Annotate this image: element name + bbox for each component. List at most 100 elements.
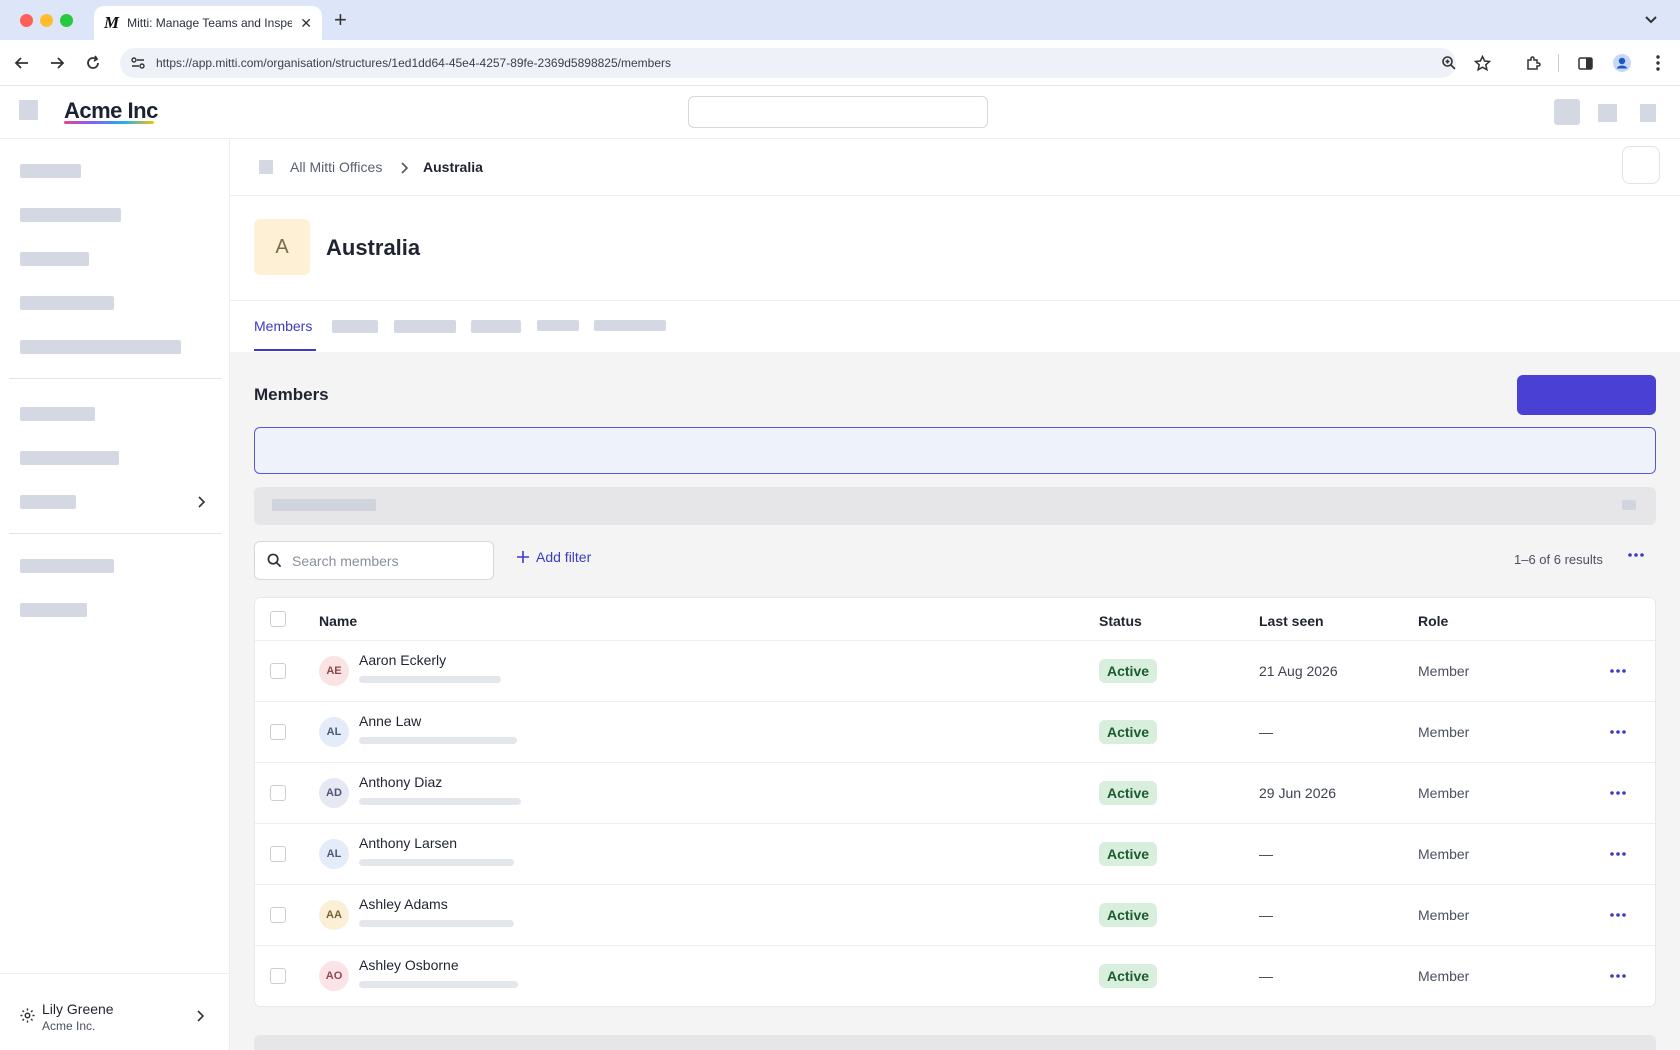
sidebar-item[interactable] bbox=[20, 559, 114, 573]
profile-button[interactable] bbox=[1609, 50, 1635, 76]
last-seen-value: 21 Aug 2026 bbox=[1259, 662, 1338, 679]
member-name[interactable]: Anthony Diaz bbox=[359, 774, 442, 790]
user-settings-button[interactable] bbox=[19, 1007, 36, 1029]
column-header-last-seen[interactable]: Last seen bbox=[1259, 613, 1324, 629]
sidepanel-icon bbox=[1577, 56, 1593, 70]
row-checkbox[interactable] bbox=[270, 906, 286, 923]
tab-placeholder[interactable] bbox=[394, 320, 456, 333]
chevron-right-icon bbox=[197, 1010, 205, 1022]
column-header-status[interactable]: Status bbox=[1099, 613, 1142, 629]
sidebar-divider bbox=[9, 533, 221, 534]
browser-menu-button[interactable] bbox=[1645, 50, 1671, 76]
search-members-input[interactable] bbox=[292, 552, 472, 569]
tab-placeholder[interactable] bbox=[537, 320, 579, 331]
status-badge: Active bbox=[1099, 719, 1158, 744]
add-filter-label: Add filter bbox=[536, 549, 592, 565]
banner-dismiss-button[interactable] bbox=[1622, 500, 1636, 510]
brand-underline bbox=[64, 121, 154, 124]
user-menu-expand[interactable] bbox=[193, 1008, 207, 1029]
member-avatar: AD bbox=[319, 777, 349, 808]
gear-icon bbox=[20, 1008, 35, 1023]
role-value: Member bbox=[1418, 723, 1470, 740]
tab-placeholder[interactable] bbox=[594, 320, 666, 331]
tab-placeholder[interactable] bbox=[471, 320, 521, 333]
bookmark-button[interactable] bbox=[1469, 50, 1495, 76]
profile-icon bbox=[1613, 54, 1631, 72]
more-horizontal-icon bbox=[1610, 729, 1626, 734]
column-header-name[interactable]: Name bbox=[319, 613, 357, 629]
column-header-role[interactable]: Role bbox=[1418, 613, 1448, 629]
browser-tab[interactable]: M Mitti: Manage Teams and Inspect... ✕ bbox=[94, 6, 322, 40]
sidebar-item[interactable] bbox=[20, 603, 87, 617]
row-actions-button[interactable] bbox=[1608, 722, 1628, 742]
new-tab-button[interactable]: + bbox=[334, 8, 347, 32]
status-badge: Active bbox=[1099, 658, 1158, 683]
row-actions-button[interactable] bbox=[1608, 905, 1628, 925]
results-count: 1–6 of 6 results bbox=[1514, 552, 1603, 567]
maximize-window-button[interactable] bbox=[60, 14, 73, 27]
zoom-button[interactable] bbox=[1436, 50, 1462, 76]
minimize-window-button[interactable] bbox=[40, 14, 53, 27]
sidebar-item[interactable] bbox=[20, 296, 114, 310]
sidebar-item[interactable] bbox=[20, 208, 121, 222]
member-email-redacted bbox=[359, 797, 521, 805]
profile-menu-button[interactable] bbox=[1640, 104, 1656, 122]
role-value: Member bbox=[1418, 906, 1470, 923]
header-action-button[interactable] bbox=[1554, 99, 1580, 125]
sidebar-item[interactable] bbox=[20, 340, 181, 354]
member-email-redacted bbox=[359, 980, 518, 988]
row-actions-button[interactable] bbox=[1608, 844, 1628, 864]
sidebar-expand-button[interactable] bbox=[194, 494, 208, 515]
add-members-button[interactable] bbox=[1517, 375, 1656, 415]
tab-close-icon[interactable]: ✕ bbox=[300, 15, 312, 32]
last-seen-value: — bbox=[1259, 967, 1273, 984]
member-avatar: AE bbox=[319, 655, 349, 686]
side-panel-button[interactable] bbox=[1572, 50, 1598, 76]
last-seen-value: 29 Jun 2026 bbox=[1259, 784, 1337, 801]
tab-members[interactable]: Members bbox=[254, 318, 312, 334]
row-checkbox[interactable] bbox=[270, 845, 286, 862]
member-name[interactable]: Ashley Adams bbox=[359, 896, 448, 912]
member-avatar: AL bbox=[319, 838, 349, 869]
select-all-checkbox[interactable] bbox=[270, 611, 286, 627]
row-actions-button[interactable] bbox=[1608, 783, 1628, 803]
breadcrumb-parent-link[interactable]: All Mitti Offices bbox=[290, 159, 382, 175]
close-window-button[interactable] bbox=[20, 14, 33, 27]
member-name[interactable]: Aaron Eckerly bbox=[359, 652, 446, 668]
row-actions-button[interactable] bbox=[1608, 661, 1628, 681]
row-checkbox[interactable] bbox=[270, 784, 286, 801]
group-avatar: A bbox=[254, 219, 310, 275]
add-filter-button[interactable]: Add filter bbox=[516, 549, 591, 565]
sidebar-item-expandable[interactable] bbox=[20, 495, 76, 509]
extensions-button[interactable] bbox=[1520, 50, 1546, 76]
row-checkbox[interactable] bbox=[270, 967, 286, 984]
breadcrumb-home-icon[interactable] bbox=[259, 160, 273, 174]
tab-placeholder[interactable] bbox=[332, 320, 378, 333]
reload-icon bbox=[87, 55, 99, 69]
global-search-input[interactable] bbox=[688, 96, 988, 128]
site-settings-icon[interactable] bbox=[130, 55, 146, 71]
tab-search-button[interactable] bbox=[1642, 10, 1660, 28]
sidebar-item[interactable] bbox=[20, 407, 95, 421]
sidebar-item[interactable] bbox=[20, 164, 81, 178]
breadcrumb-separator bbox=[398, 160, 410, 181]
member-name[interactable]: Ashley Osborne bbox=[359, 957, 459, 973]
row-checkbox[interactable] bbox=[270, 723, 286, 740]
table-options-button[interactable] bbox=[1627, 548, 1645, 567]
menu-toggle-button[interactable] bbox=[19, 100, 38, 120]
reload-button[interactable] bbox=[80, 50, 106, 76]
page-actions-button[interactable] bbox=[1622, 146, 1660, 184]
active-tab-indicator bbox=[254, 349, 316, 351]
back-button[interactable] bbox=[9, 50, 35, 76]
sidebar-item[interactable] bbox=[20, 451, 119, 465]
sidebar-item[interactable] bbox=[20, 252, 89, 266]
row-checkbox[interactable] bbox=[270, 662, 286, 679]
member-name[interactable]: Anthony Larsen bbox=[359, 835, 457, 851]
notifications-button[interactable] bbox=[1598, 104, 1617, 122]
row-actions-button[interactable] bbox=[1608, 966, 1628, 986]
forward-button[interactable] bbox=[44, 50, 70, 76]
member-search[interactable] bbox=[254, 541, 494, 580]
focused-input-field[interactable] bbox=[254, 427, 1656, 474]
address-bar[interactable]: https://app.mitti.com/organisation/struc… bbox=[120, 48, 1456, 78]
member-name[interactable]: Anne Law bbox=[359, 713, 421, 729]
